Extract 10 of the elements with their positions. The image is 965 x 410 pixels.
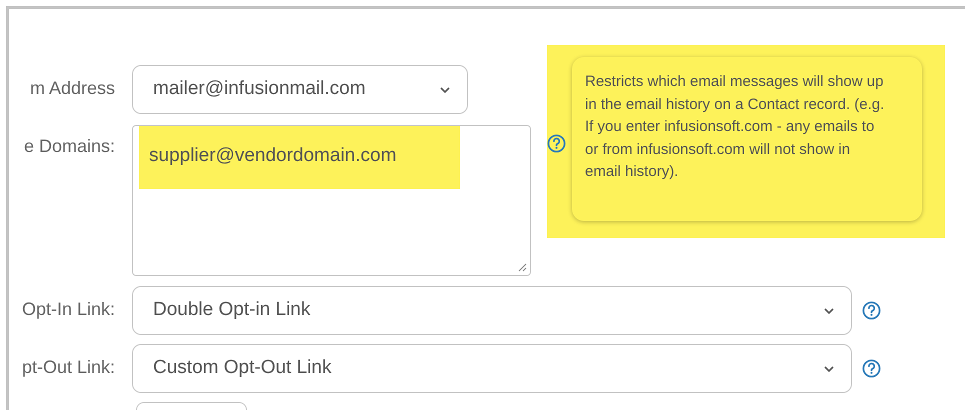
text-area[interactable]: supplier@vendordomain.com bbox=[132, 125, 531, 276]
select-field[interactable]: Double Opt-in Link bbox=[132, 286, 852, 335]
field-label: m Address bbox=[30, 77, 115, 100]
field-label: Opt-In Link: bbox=[22, 298, 115, 321]
field-label: pt-Out Link: bbox=[22, 356, 115, 379]
tooltip-text: Restricts which email messages will show up in the email history on a Contact record. (e.g. If you enter infusionsoft.com - any emails to or from infusionsoft.com will not show in email history). bbox=[585, 72, 886, 182]
field-label: e Domains: bbox=[24, 135, 115, 158]
select-field[interactable]: mailer@infusionmail.com bbox=[132, 65, 468, 114]
field-value: supplier@vendordomain.com bbox=[149, 145, 396, 166]
select-field[interactable]: Custom Opt-Out Link bbox=[132, 344, 852, 393]
